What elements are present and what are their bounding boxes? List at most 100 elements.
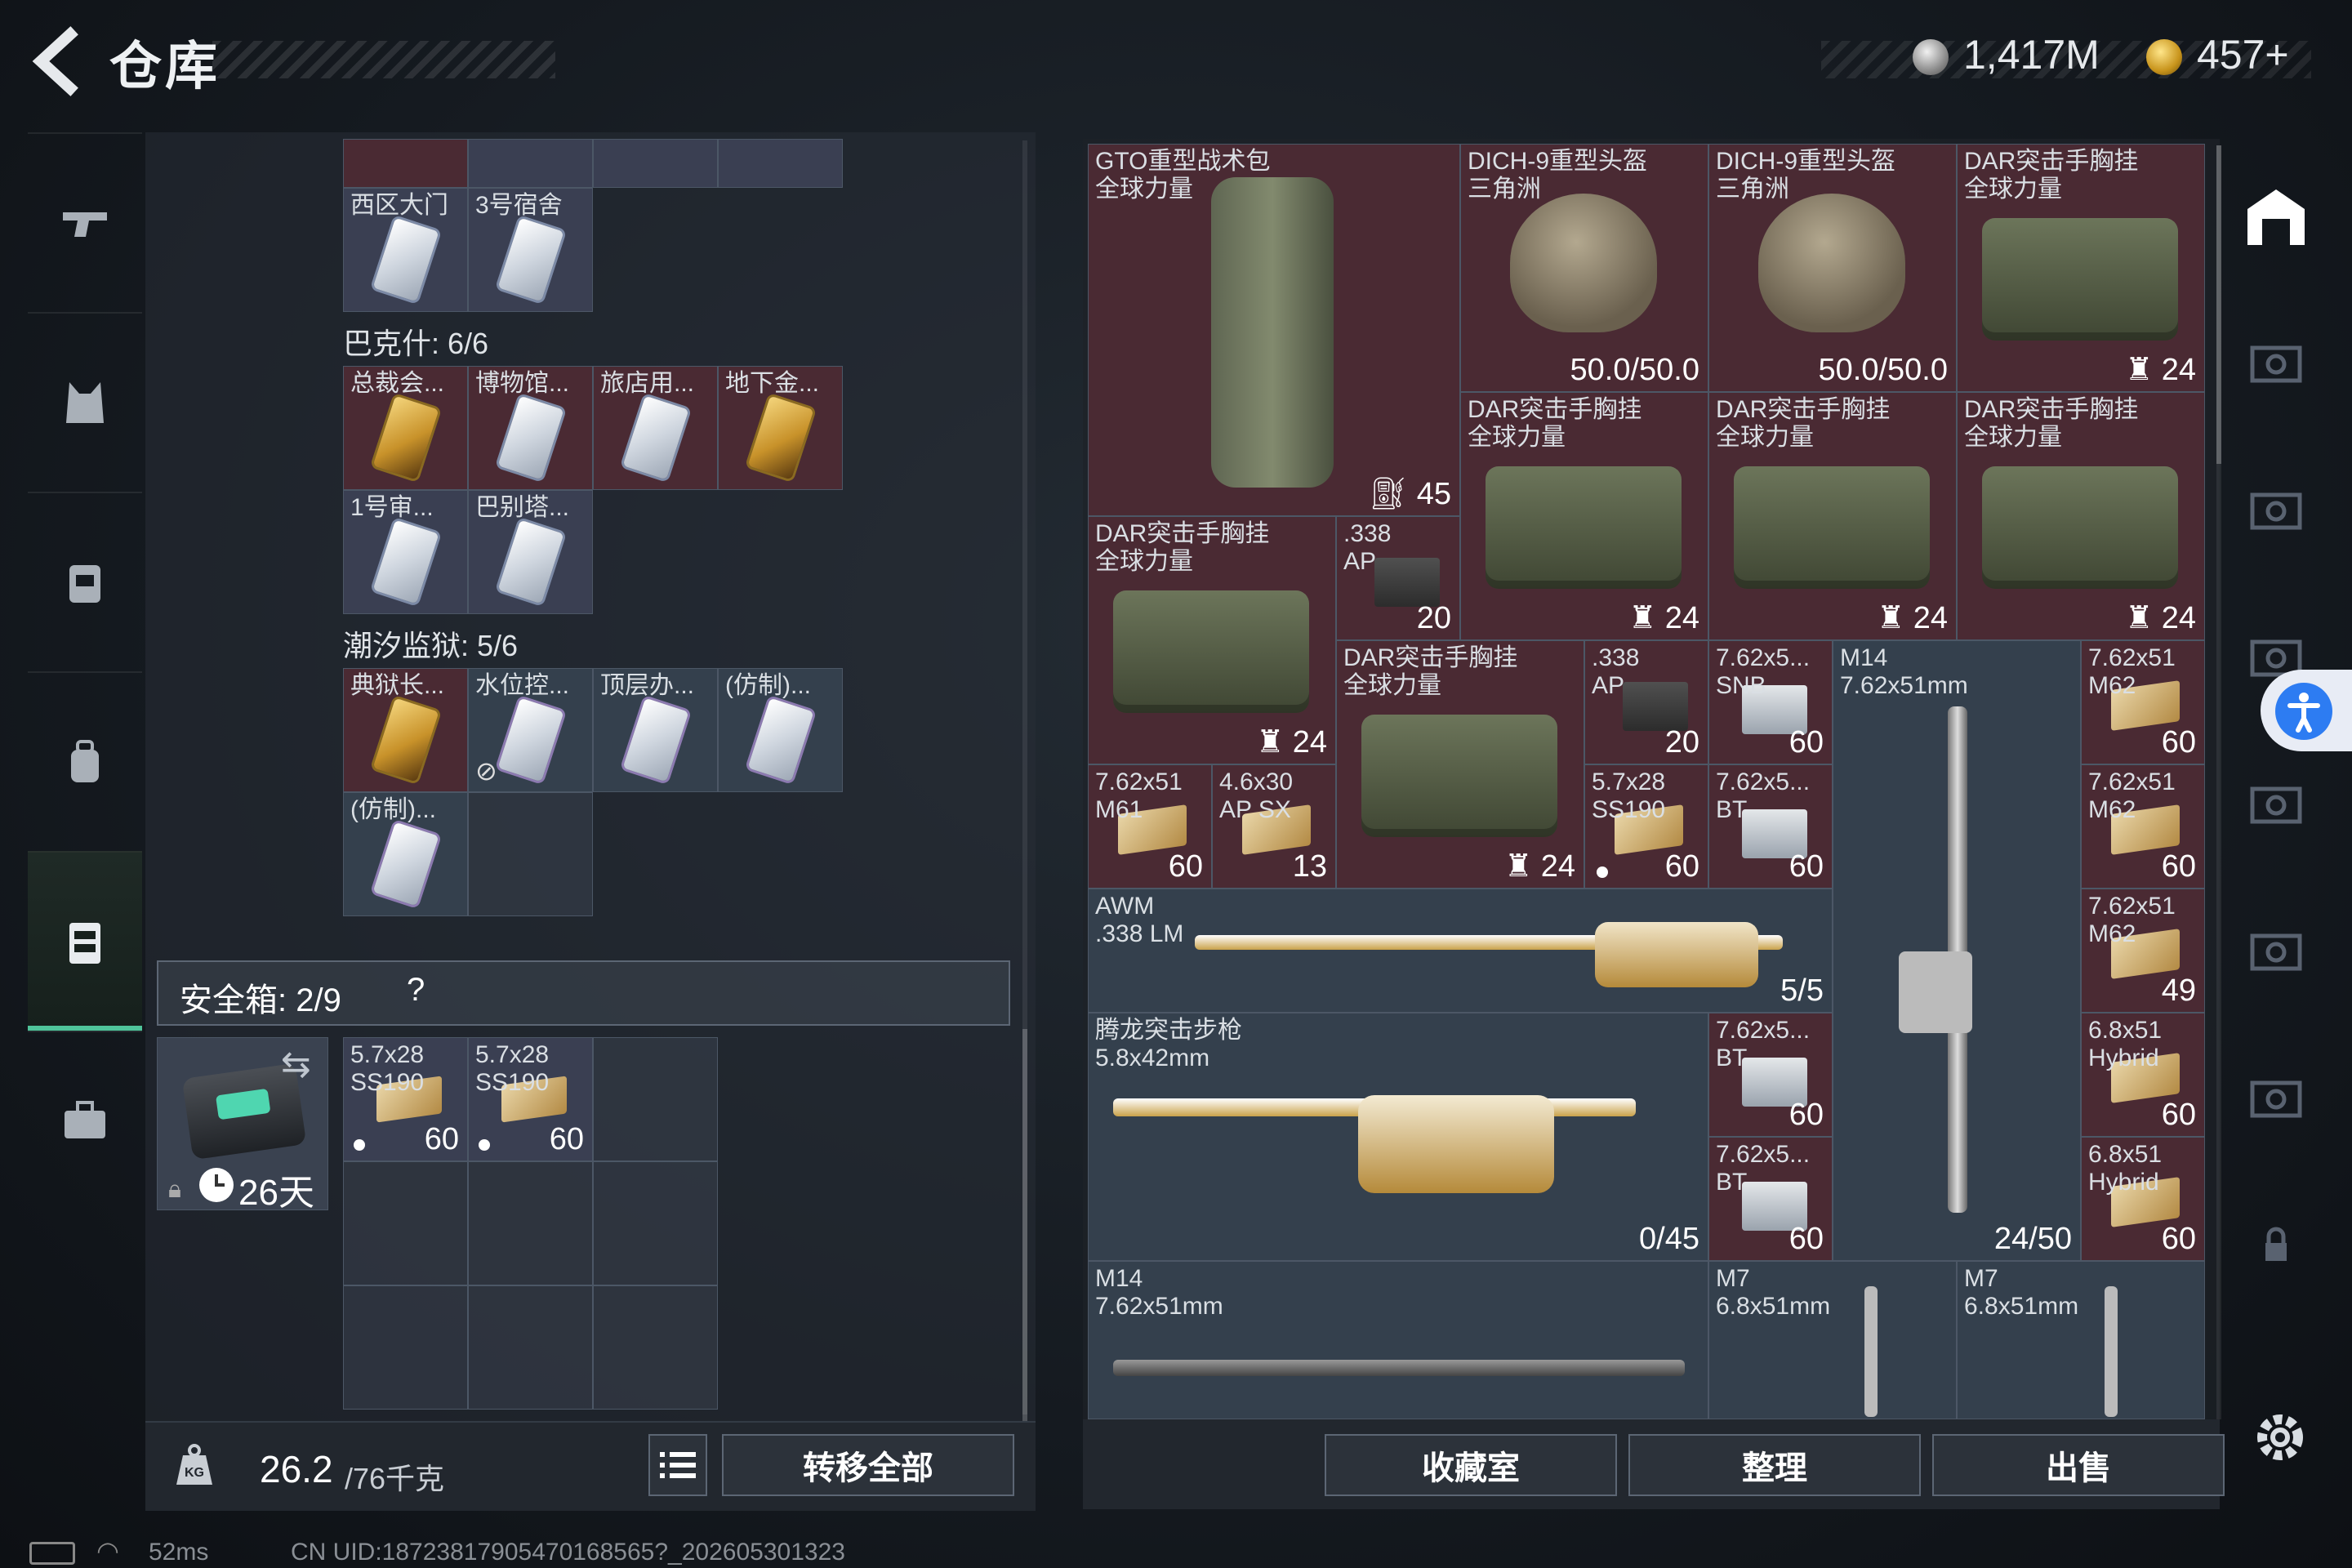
empty-slot[interactable]	[468, 1285, 593, 1410]
empty-slot[interactable]	[593, 1037, 718, 1161]
key-item[interactable]: (仿制)...	[343, 792, 468, 916]
key-item[interactable]: 巴别塔...	[468, 490, 593, 614]
item-label: 7.62x51 M62	[2088, 644, 2176, 699]
collection-room-button[interactable]: 收藏室	[1325, 1434, 1617, 1496]
backpack-item[interactable]: GTO重型战术包 全球力量 ⛽︎ 45	[1088, 144, 1460, 516]
ammo-item[interactable]: .338 AP 20	[1584, 640, 1708, 764]
ammo-item[interactable]: 5.7x28 SS190 60	[468, 1037, 593, 1161]
key-item[interactable]: 典狱长...	[343, 668, 468, 792]
transfer-all-button[interactable]: 转移全部	[722, 1434, 1014, 1496]
nav-briefcase[interactable]	[28, 1031, 142, 1210]
helmet-item[interactable]: DICH-9重型头盔 三角洲 50.0/50.0	[1708, 144, 1957, 392]
durability: 50.0/50.0	[1818, 353, 1948, 387]
empty-slot[interactable]	[468, 792, 593, 916]
ammo-item[interactable]: 7.62x5... SNB 60	[1708, 640, 1833, 764]
ammo-item[interactable]: 7.62x5... BT 60	[1708, 764, 1833, 889]
item-count: ♜ 24	[1628, 601, 1699, 635]
ammo-item[interactable]: 7.62x5... BT 60	[1708, 1013, 1833, 1137]
settings-button[interactable]	[2247, 1405, 2313, 1470]
sniper-item[interactable]: AWM .338 LM 5/5	[1088, 889, 1833, 1013]
key-label: (仿制)...	[725, 672, 811, 699]
ammo-item[interactable]: 7.62x5... BT 60	[1708, 1137, 1833, 1261]
ammo-item[interactable]: 7.62x51 M62 49	[2081, 889, 2205, 1013]
key-item[interactable]: 水位控... ⊘	[468, 668, 593, 792]
stash-tab-5[interactable]	[2239, 768, 2313, 841]
key-item[interactable]: 博物馆...	[468, 366, 593, 490]
item-label: DAR突击手胸挂 全球力量	[1095, 520, 1270, 575]
chest-rig-item[interactable]: DAR突击手胸挂 全球力量 ♜ 24	[1957, 144, 2205, 392]
gold-currency[interactable]: 457+	[2197, 31, 2289, 78]
swap-icon[interactable]: ⇆	[281, 1044, 311, 1085]
item-label: DAR突击手胸挂 全球力量	[1964, 148, 2139, 203]
chest-rig-item[interactable]: DAR突击手胸挂 全球力量 ♜ 24	[1708, 392, 1957, 640]
stash-scrollbar-thumb[interactable]	[2216, 145, 2221, 464]
key-item[interactable]: 地下金...	[718, 366, 843, 490]
keycard-icon	[372, 697, 439, 782]
list-view-button[interactable]	[648, 1434, 707, 1496]
nav-chest-rig[interactable]	[28, 492, 142, 671]
helmet-art	[1510, 194, 1657, 332]
key-item[interactable]: 3号宿舍	[468, 188, 593, 312]
chest-rig-item[interactable]: DAR突击手胸挂 全球力量 ♜ 24	[1336, 640, 1584, 889]
key-slot[interactable]	[343, 139, 468, 188]
key-slot[interactable]	[718, 139, 843, 188]
back-button[interactable]	[23, 24, 88, 98]
stash-tab-3[interactable]	[2239, 474, 2313, 547]
chest-rig-item[interactable]: DAR突击手胸挂 全球力量 ♜ 24	[1088, 516, 1336, 764]
item-count: 60	[1788, 725, 1824, 760]
ammo-item[interactable]: 7.62x51 M61 60	[1088, 764, 1212, 889]
ammo-item[interactable]: 6.8x51 Hybrid 60	[2081, 1137, 2205, 1261]
rifle-item[interactable]: M7 6.8x51mm	[1957, 1261, 2205, 1419]
locked-tab[interactable]	[2239, 1209, 2313, 1282]
ammo-item[interactable]: 6.8x51 Hybrid 60	[2081, 1013, 2205, 1137]
key-item[interactable]: 旅店用...	[593, 366, 718, 490]
ammo-item[interactable]: .338 AP 20	[1336, 516, 1460, 640]
empty-slot[interactable]	[468, 1161, 593, 1285]
left-scrollbar-thumb[interactable]	[1022, 1029, 1027, 1421]
ammo-item[interactable]: 5.7x28 SS190 60	[1584, 764, 1708, 889]
stash-tab-6[interactable]	[2239, 915, 2313, 988]
key-item[interactable]: 西区大门	[343, 188, 468, 312]
empty-slot[interactable]	[593, 1161, 718, 1285]
key-label: 巴别塔...	[475, 494, 570, 521]
keycard-icon	[746, 395, 814, 480]
stash-tab-2[interactable]	[2239, 327, 2313, 400]
chest-rig-item[interactable]: DAR突击手胸挂 全球力量 ♜ 24	[1460, 392, 1708, 640]
rifle-item[interactable]: 腾龙突击步枪 5.8x42mm 0/45	[1088, 1013, 1708, 1261]
ammo-item[interactable]: 5.7x28 SS190 60	[343, 1037, 468, 1161]
keycard-icon	[372, 822, 439, 906]
stash-page-button[interactable]	[2239, 181, 2313, 255]
ammo-count: 24/50	[1993, 1222, 2072, 1256]
ammo-item[interactable]: 7.62x51 M62 60	[2081, 764, 2205, 889]
ammo-item[interactable]: 7.62x51 M62 60	[2081, 640, 2205, 764]
key-item[interactable]: (仿制)...	[718, 668, 843, 792]
silver-currency[interactable]: 1,417M	[1963, 31, 2100, 78]
key-label: (仿制)...	[350, 796, 436, 823]
sell-button[interactable]: 出售	[1932, 1434, 2225, 1496]
nav-weapon[interactable]	[28, 132, 142, 312]
stash-tab-7[interactable]	[2239, 1062, 2313, 1135]
key-slot[interactable]	[468, 139, 593, 188]
key-item[interactable]: 1号审...	[343, 490, 468, 614]
nav-backpack[interactable]	[28, 671, 142, 851]
helmet-item[interactable]: DICH-9重型头盔 三角洲 50.0/50.0	[1460, 144, 1708, 392]
nav-container[interactable]	[28, 851, 142, 1031]
key-item[interactable]: 顶层办...	[593, 668, 718, 792]
weight-max: /76千克	[345, 1462, 445, 1495]
nav-armor[interactable]	[28, 312, 142, 492]
rifle-item[interactable]: M14 7.62x51mm 24/50	[1833, 640, 2081, 1261]
item-count: ♜ 24	[1877, 601, 1948, 635]
rifle-item[interactable]: M7 6.8x51mm	[1708, 1261, 1957, 1419]
key-item[interactable]: 总裁会...	[343, 366, 468, 490]
sort-button[interactable]: 整理	[1628, 1434, 1921, 1496]
item-label: .338 AP	[1343, 520, 1392, 575]
chest-rig-item[interactable]: DAR突击手胸挂 全球力量 ♜ 24	[1957, 392, 2205, 640]
empty-slot[interactable]	[343, 1161, 468, 1285]
empty-slot[interactable]	[343, 1285, 468, 1410]
help-button[interactable]: ?	[407, 972, 425, 1009]
ammo-item[interactable]: 4.6x30 AP SX 13	[1212, 764, 1336, 889]
empty-slot[interactable]	[593, 1285, 718, 1410]
rig-art	[1486, 466, 1682, 589]
key-slot[interactable]	[593, 139, 718, 188]
rifle-item[interactable]: M14 7.62x51mm	[1088, 1261, 1708, 1419]
